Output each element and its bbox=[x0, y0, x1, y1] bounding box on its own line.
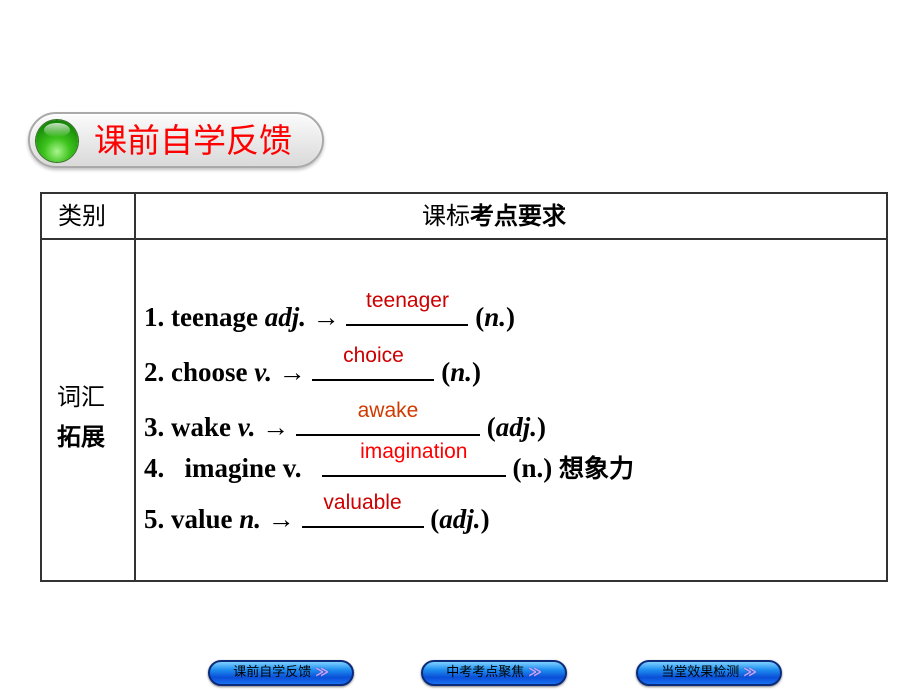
paren-close: ) bbox=[537, 412, 546, 442]
item-pos: n. bbox=[239, 504, 262, 534]
target-pos: adj. bbox=[439, 504, 481, 534]
nav-button-label: 当堂效果检测 bbox=[661, 665, 740, 680]
section-title: 课前自学反馈 bbox=[94, 121, 292, 160]
vocab-item-1: 1. teenage adj. → teenager (n.) bbox=[144, 289, 516, 332]
nav-button-preview-feedback[interactable]: 课前自学反馈 ≫ bbox=[208, 660, 354, 686]
header-divider bbox=[42, 238, 886, 240]
nav-button-exam-focus[interactable]: 中考考点聚焦 ≫ bbox=[421, 660, 567, 686]
target-pos: n. bbox=[484, 302, 507, 332]
item-pos: adj. bbox=[264, 302, 306, 332]
answer-blank[interactable]: teenager bbox=[346, 289, 469, 326]
item-pos: v. bbox=[254, 357, 272, 387]
green-orb-icon bbox=[36, 120, 78, 162]
answer-text: awake bbox=[357, 399, 419, 422]
paren-open: ( bbox=[434, 357, 451, 387]
vocab-item-2: 2. choose v. → choice (n.) bbox=[144, 344, 482, 387]
vocab-item-5: 5. value n. → valuable (adj.) bbox=[144, 491, 490, 534]
item-word: 5. value bbox=[144, 504, 240, 534]
chevron-right-icon: ≫ bbox=[743, 665, 757, 680]
paren-close: ) bbox=[506, 302, 516, 332]
paren-close: ) bbox=[472, 357, 482, 387]
answer-blank[interactable]: awake bbox=[295, 399, 480, 436]
arrow-icon: → bbox=[255, 412, 296, 442]
nav-button-label: 中考考点聚焦 bbox=[446, 665, 525, 680]
section-header: 课前自学反馈 bbox=[28, 112, 324, 168]
header-requirement: 课标考点要求 bbox=[422, 200, 566, 232]
arrow-icon: → bbox=[271, 357, 313, 387]
answer-blank[interactable]: choice bbox=[312, 344, 435, 381]
row-label-line2: 拓展 bbox=[57, 423, 105, 451]
item-word: 3. wake bbox=[144, 412, 238, 442]
answer-text: teenager bbox=[366, 289, 449, 312]
paren-open: ( bbox=[468, 302, 485, 332]
answer-blank[interactable]: imagination bbox=[321, 440, 506, 477]
column-divider bbox=[134, 194, 136, 580]
item-pos: v. bbox=[237, 412, 256, 442]
chevron-right-icon: ≫ bbox=[528, 665, 542, 680]
answer-blank[interactable]: valuable bbox=[301, 491, 424, 528]
answer-text: choice bbox=[343, 344, 404, 367]
vocab-item-4: 4. imagine v. imagination (n.) 想象力 bbox=[144, 440, 635, 484]
header-requirement-prefix: 课标 bbox=[422, 202, 470, 230]
arrow-icon: → bbox=[261, 504, 302, 534]
target-pos: (n.) bbox=[505, 453, 560, 483]
paren-open: ( bbox=[423, 504, 440, 534]
target-pos: n. bbox=[450, 357, 473, 387]
row-label-line1: 词汇 bbox=[57, 383, 105, 411]
arrow-icon: → bbox=[305, 302, 347, 332]
chevron-right-icon: ≫ bbox=[315, 665, 329, 680]
nav-button-class-test[interactable]: 当堂效果检测 ≫ bbox=[636, 660, 782, 686]
chinese-meaning: 想象力 bbox=[559, 454, 635, 483]
item-word: 2. choose bbox=[144, 357, 255, 387]
row-label-vocabulary: 词汇 拓展 bbox=[57, 377, 121, 457]
paren-close: ) bbox=[480, 504, 490, 534]
nav-button-label: 课前自学反馈 bbox=[233, 665, 312, 680]
answer-text: valuable bbox=[323, 491, 402, 514]
header-category: 类别 bbox=[58, 202, 106, 230]
answer-text: imagination bbox=[360, 440, 468, 463]
item-word: 4. imagine v. bbox=[144, 453, 322, 483]
header-requirement-bold: 考点要求 bbox=[470, 202, 566, 230]
item-word: 1. teenage bbox=[144, 302, 265, 332]
